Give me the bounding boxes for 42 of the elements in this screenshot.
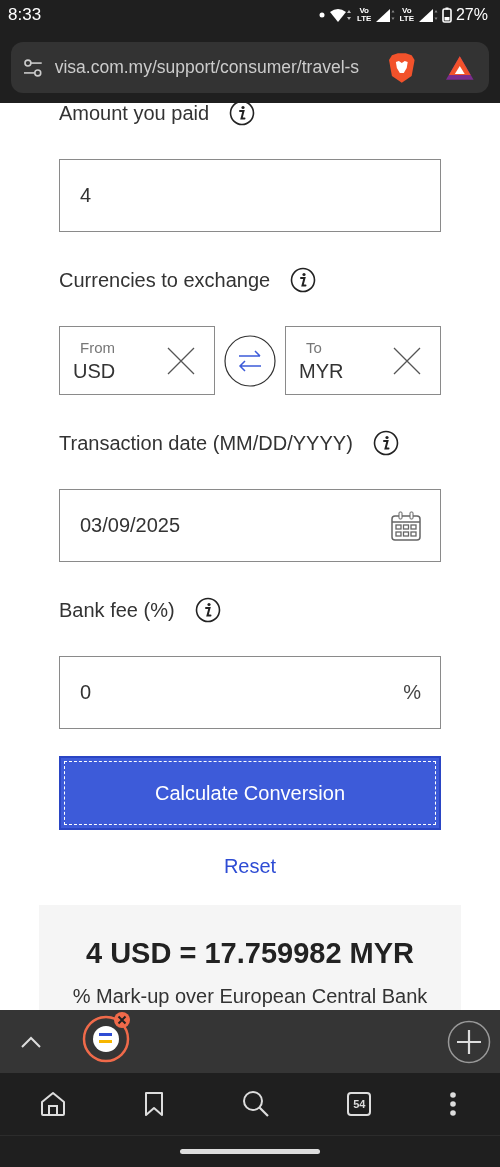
swap-button[interactable] (224, 334, 276, 387)
site-settings-icon[interactable] (23, 57, 43, 78)
percent-field[interactable]: 0 % (59, 656, 441, 729)
field-label: Currencies to exchange (59, 268, 271, 292)
calculate-button[interactable]: Calculate Conversion (59, 756, 441, 830)
wifi-icon (328, 7, 353, 23)
from-currency-field[interactable]: From USD (59, 326, 215, 395)
home-icon[interactable] (40, 1091, 66, 1117)
reset-link[interactable]: Reset (223, 851, 277, 881)
signal-icon (375, 7, 396, 23)
signal-icon (417, 7, 438, 23)
info-icon[interactable] (194, 597, 221, 623)
markup-note: % Mark-up over European Central Bank (72, 984, 428, 1009)
field-label: Bank fee (%) (59, 598, 175, 622)
info-icon[interactable] (229, 103, 256, 126)
network-label: Vo LTE (356, 7, 372, 23)
field-label: Amount you paid (59, 103, 210, 125)
battery-level: 27% (455, 6, 488, 24)
to-currency-field[interactable]: To MYR (285, 326, 441, 395)
new-tab-button[interactable] (447, 1019, 491, 1064)
conversion-result: 4 USD = 17.759982 MYR (85, 936, 415, 971)
clear-button[interactable] (393, 346, 421, 375)
tab-count-button[interactable]: 54 (347, 1092, 372, 1116)
address-bar[interactable]: visa.com.my/support/consumer/travel-s (11, 42, 489, 93)
battery-icon (441, 7, 452, 23)
date-field[interactable]: 03/09/2025 (59, 489, 441, 562)
lion-shield-icon[interactable] (387, 51, 416, 84)
more-options-icon[interactable] (449, 1091, 457, 1117)
search-icon[interactable] (241, 1090, 270, 1118)
field-label: Transaction date (MM/DD/YYYY) (59, 431, 353, 455)
amount-field[interactable]: 4 (59, 159, 441, 232)
chevron-up-icon[interactable] (20, 1034, 42, 1049)
info-icon[interactable] (290, 267, 317, 293)
clear-button[interactable] (167, 346, 195, 375)
triangle-logo-icon[interactable] (445, 54, 475, 81)
info-icon[interactable] (372, 430, 399, 456)
calendar-icon[interactable] (391, 510, 421, 541)
gesture-handle[interactable] (180, 1149, 320, 1154)
notification-dot-icon (318, 12, 325, 18)
bookmark-icon[interactable] (143, 1091, 164, 1117)
clock-time: 8:33 (8, 5, 42, 25)
network-label: Vo LTE (399, 7, 414, 23)
